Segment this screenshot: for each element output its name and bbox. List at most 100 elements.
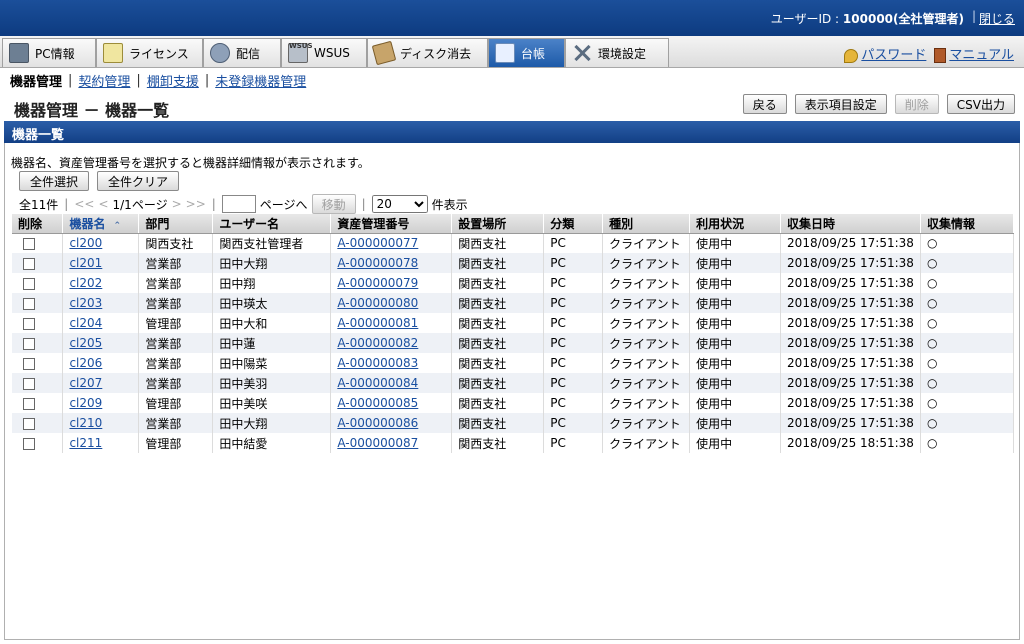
device-name-cell: cl203 <box>62 293 140 313</box>
subnav-contract[interactable]: 契約管理 <box>78 71 130 90</box>
col-header-asset[interactable]: 資産管理番号 <box>330 214 453 234</box>
device-name-link[interactable]: cl203 <box>69 296 102 310</box>
device-name-link[interactable]: cl202 <box>69 276 102 290</box>
device-name-link[interactable]: cl201 <box>69 256 102 270</box>
back-button[interactable]: 戻る <box>742 94 787 114</box>
class-cell: PC <box>543 393 604 413</box>
device-name-link[interactable]: cl210 <box>69 416 102 430</box>
tab-ledger[interactable]: 台帳 <box>488 38 565 67</box>
asset-cell: A-000000079 <box>330 273 453 293</box>
class-cell: PC <box>543 313 604 333</box>
delete-cell <box>12 413 64 433</box>
per-page-select[interactable]: 20 <box>371 195 428 213</box>
asset-number-link[interactable]: A-000000083 <box>337 356 418 370</box>
col-header-user[interactable]: ユーザー名 <box>212 214 332 234</box>
col-header-class[interactable]: 分類 <box>543 214 604 234</box>
delete-cell <box>12 433 64 453</box>
move-button[interactable]: 移動 <box>311 194 356 214</box>
subnav-unregistered[interactable]: 未登録機器管理 <box>215 71 306 90</box>
asset-number-link[interactable]: A-000000078 <box>337 256 418 270</box>
delete-cell <box>12 293 64 313</box>
device-name-link[interactable]: cl204 <box>69 316 102 330</box>
close-link[interactable]: 閉じる <box>979 10 1015 27</box>
tab-distribution[interactable]: 配信 <box>203 38 281 67</box>
delete-button[interactable]: 削除 <box>894 94 939 114</box>
section-header: 機器一覧 <box>4 121 1020 143</box>
select-all-button[interactable]: 全件選択 <box>19 171 90 191</box>
password-link[interactable]: パスワード <box>861 48 926 63</box>
page-number-input[interactable] <box>221 195 256 213</box>
asset-number-link[interactable]: A-000000085 <box>337 396 418 410</box>
place-cell: 関西支社 <box>451 413 545 433</box>
last-page-button[interactable]: >> <box>186 197 206 211</box>
asset-cell: A-000000084 <box>330 373 453 393</box>
delete-checkbox[interactable] <box>23 377 35 390</box>
col-header-kind[interactable]: 種別 <box>602 214 691 234</box>
delete-checkbox[interactable] <box>23 257 35 270</box>
date-cell: 2018/09/25 17:51:38 <box>780 353 922 373</box>
info-cell: ○ <box>920 353 1014 373</box>
delete-checkbox[interactable] <box>23 317 35 330</box>
delete-checkbox[interactable] <box>23 337 35 350</box>
tab-license[interactable]: ライセンス <box>96 38 203 67</box>
divider: | <box>68 73 73 88</box>
device-name-link[interactable]: cl211 <box>69 436 102 450</box>
device-name-link[interactable]: cl206 <box>69 356 102 370</box>
subnav-inventory[interactable]: 棚卸支援 <box>147 71 199 90</box>
delete-checkbox[interactable] <box>23 237 35 250</box>
tab-settings[interactable]: 環境設定 <box>565 38 669 67</box>
ledger-icon <box>495 43 515 63</box>
divider: | <box>204 73 210 88</box>
device-name-link[interactable]: cl205 <box>69 336 102 350</box>
asset-number-link[interactable]: A-000000086 <box>337 416 418 430</box>
pc-icon <box>9 43 29 63</box>
asset-number-link[interactable]: A-000000079 <box>337 276 418 290</box>
asset-cell: A-000000085 <box>330 393 453 413</box>
display-settings-button[interactable]: 表示項目設定 <box>794 94 887 114</box>
col-header-date[interactable]: 収集日時 <box>780 214 922 234</box>
tab-disk-erase[interactable]: ディスク消去 <box>367 38 488 67</box>
asset-number-link[interactable]: A-000000087 <box>337 436 418 450</box>
first-page-button[interactable]: << <box>74 197 94 211</box>
next-page-button[interactable]: > <box>172 197 182 211</box>
asset-number-link[interactable]: A-000000080 <box>337 296 418 310</box>
asset-number-link[interactable]: A-000000077 <box>337 236 418 250</box>
prev-page-button[interactable]: < <box>98 197 108 211</box>
delete-checkbox[interactable] <box>23 397 35 410</box>
col-header-dept[interactable]: 部門 <box>138 214 214 234</box>
wsus-icon-label: WSUS <box>289 42 313 50</box>
delete-cell <box>12 273 64 293</box>
delete-checkbox[interactable] <box>23 417 35 430</box>
user-cell: 田中陽菜 <box>212 353 332 373</box>
table-row: cl205 営業部 田中蓮 A-000000082 関西支社 PC クライアント 使用中 201… <box>12 333 1014 353</box>
tab-pc-info[interactable]: PC情報 <box>2 38 96 67</box>
col-header-info[interactable]: 収集情報 <box>920 214 1014 234</box>
device-name-link[interactable]: cl209 <box>69 396 102 410</box>
delete-checkbox[interactable] <box>23 437 35 450</box>
manual-link[interactable]: マニュアル <box>949 48 1014 63</box>
col-header-device-name[interactable]: 機器名 ⌃ <box>62 214 140 234</box>
tab-label: 配信 <box>236 46 261 61</box>
info-cell: ○ <box>920 373 1014 393</box>
tab-wsus[interactable]: WSUS WSUS <box>281 38 367 67</box>
delete-checkbox[interactable] <box>23 357 35 370</box>
device-name-link[interactable]: cl207 <box>69 376 102 390</box>
delete-checkbox[interactable] <box>23 297 35 310</box>
delete-cell <box>12 313 64 333</box>
asset-number-link[interactable]: A-000000082 <box>337 336 418 350</box>
csv-export-button[interactable]: CSV出力 <box>946 94 1015 114</box>
delete-checkbox[interactable] <box>23 277 35 290</box>
col-header-place[interactable]: 設置場所 <box>451 214 545 234</box>
manual-link-wrap: マニュアル <box>934 44 1014 63</box>
delete-cell <box>12 253 64 273</box>
asset-cell: A-000000077 <box>330 233 453 253</box>
device-name-link[interactable]: cl200 <box>69 236 102 250</box>
status-cell: 使用中 <box>689 293 782 313</box>
dept-cell: 営業部 <box>138 373 214 393</box>
clear-all-button[interactable]: 全件クリア <box>97 171 180 191</box>
asset-number-link[interactable]: A-000000084 <box>337 376 418 390</box>
place-cell: 関西支社 <box>451 273 545 293</box>
asset-number-link[interactable]: A-000000081 <box>337 316 418 330</box>
place-cell: 関西支社 <box>451 353 545 373</box>
col-header-status[interactable]: 利用状況 <box>689 214 782 234</box>
